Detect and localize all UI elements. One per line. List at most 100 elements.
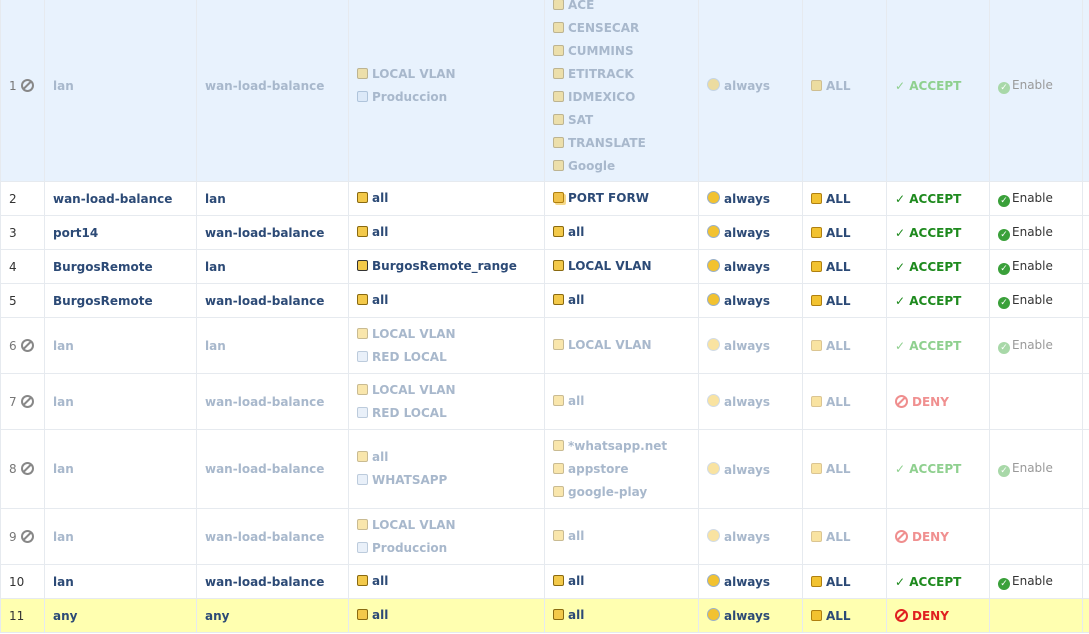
destination-address[interactable]: all <box>553 604 698 627</box>
schedule[interactable]: always <box>724 79 770 93</box>
source-address[interactable]: LOCAL VLAN <box>357 379 544 402</box>
schedule[interactable]: always <box>724 530 770 544</box>
destination-address[interactable]: all <box>553 525 698 548</box>
destination-address[interactable]: appstore <box>553 458 698 481</box>
service[interactable]: ALL <box>826 339 851 353</box>
service[interactable]: ALL <box>826 79 851 93</box>
destination-address[interactable]: all <box>553 289 698 312</box>
extra-column <box>1082 373 1089 430</box>
source-address[interactable]: all <box>357 221 544 244</box>
schedule[interactable]: always <box>724 575 770 589</box>
service-icon <box>811 79 822 91</box>
source-address-name: LOCAL VLAN <box>372 326 456 341</box>
source-address[interactable]: LOCAL VLAN <box>357 63 544 86</box>
action-accept: ✓ ACCEPT <box>895 192 961 206</box>
destination-address[interactable]: SAT <box>553 109 698 132</box>
destination-address-name: SAT <box>568 112 594 127</box>
service[interactable]: ALL <box>826 530 851 544</box>
source-address[interactable]: Produccion <box>357 537 544 560</box>
source-address[interactable]: Produccion <box>357 86 544 109</box>
source-address[interactable]: LOCAL VLAN <box>357 514 544 537</box>
source-interface: BurgosRemote <box>44 249 197 284</box>
destination-address[interactable]: ACE <box>553 0 698 17</box>
policy-id-cell: 6 <box>0 317 45 374</box>
destination-address[interactable]: LOCAL VLAN <box>553 334 698 357</box>
policy-row[interactable]: 6 lan lan LOCAL VLAN RED LOCAL LOCAL VLAN alwa… <box>0 317 1089 374</box>
policy-row[interactable]: 7 lan wan-load-balance LOCAL VLAN RED LOCAL a… <box>0 373 1089 430</box>
policy-id: 6 <box>9 338 17 353</box>
schedule[interactable]: always <box>724 339 770 353</box>
destination-address[interactable]: ETITRACK <box>553 63 698 86</box>
service[interactable]: ALL <box>826 609 851 623</box>
destination-address[interactable]: LOCAL VLAN <box>553 255 698 278</box>
source-address[interactable]: all <box>357 570 544 593</box>
schedule[interactable]: always <box>724 226 770 240</box>
policy-row[interactable]: 1 lan wan-load-balance LOCAL VLAN Produccion… <box>0 0 1089 182</box>
service[interactable]: ALL <box>826 395 851 409</box>
destination-interface-text: wan-load-balance <box>205 78 325 93</box>
source-address[interactable]: all <box>357 187 544 210</box>
destination-address[interactable]: PORT FORW <box>553 187 698 210</box>
destination-interface-text: any <box>205 608 230 623</box>
action-text: ACCEPT <box>909 78 962 93</box>
source-address[interactable]: RED LOCAL <box>357 402 544 425</box>
schedule[interactable]: always <box>724 395 770 409</box>
source-address[interactable]: WHATSAPP <box>357 469 544 492</box>
source-address[interactable]: all <box>357 289 544 312</box>
source-address[interactable]: RED LOCAL <box>357 346 544 369</box>
policy-row[interactable]: 10 lan wan-load-balance all all always ALL ✓ AC… <box>0 564 1089 599</box>
source-address[interactable]: all <box>357 604 544 627</box>
destination-interface-text: lan <box>205 338 226 353</box>
service[interactable]: ALL <box>826 575 851 589</box>
service-icon <box>811 192 822 204</box>
policy-row[interactable]: 8 lan wan-load-balance all WHATSAPP *whatsapp… <box>0 429 1089 509</box>
policy-id: 7 <box>9 394 17 409</box>
source-address[interactable]: BurgosRemote_range <box>357 255 544 278</box>
nat-text: Enable <box>1012 461 1053 475</box>
source-address[interactable]: all <box>357 446 544 469</box>
destination-address[interactable]: all <box>553 570 698 593</box>
source-address[interactable]: LOCAL VLAN <box>357 323 544 346</box>
destination-interface: wan-load-balance <box>196 215 349 250</box>
deny-icon <box>895 529 908 543</box>
policy-row[interactable]: 2 wan-load-balance lan all PORT FORW always AL… <box>0 181 1089 216</box>
policy-row[interactable]: 5 BurgosRemote wan-load-balance all all alway… <box>0 283 1089 318</box>
address-icon <box>553 439 564 451</box>
nat-cell: ✓ Enable <box>989 317 1083 374</box>
policy-row[interactable]: 4 BurgosRemote lan BurgosRemote_range LOCAL … <box>0 249 1089 284</box>
policy-row[interactable]: 3 port14 wan-load-balance all all always ALL ✓ … <box>0 215 1089 250</box>
service[interactable]: ALL <box>826 260 851 274</box>
destination-address[interactable]: google-play <box>553 481 698 504</box>
destination-address[interactable]: CENSECAR <box>553 17 698 40</box>
destination-address-cell: LOCAL VLAN <box>544 317 699 374</box>
schedule[interactable]: always <box>724 463 770 477</box>
destination-address[interactable]: Google <box>553 155 698 178</box>
destination-interface-text: lan <box>205 259 226 274</box>
source-interface-text: lan <box>53 394 74 409</box>
service[interactable]: ALL <box>826 226 851 240</box>
destination-address[interactable]: *whatsapp.net <box>553 435 698 458</box>
schedule[interactable]: always <box>724 192 770 206</box>
service[interactable]: ALL <box>826 294 851 308</box>
policy-row[interactable]: 9 lan wan-load-balance LOCAL VLAN Produccion… <box>0 508 1089 565</box>
action-cell: ✓ ACCEPT <box>886 429 990 509</box>
nat-status: ✓ Enable <box>998 574 1053 590</box>
destination-address[interactable]: all <box>553 221 698 244</box>
schedule[interactable]: always <box>724 260 770 274</box>
address-icon <box>553 136 564 148</box>
service[interactable]: ALL <box>826 462 851 476</box>
destination-interface: wan-load-balance <box>196 0 349 182</box>
destination-address[interactable]: TRANSLATE <box>553 132 698 155</box>
source-interface: lan <box>44 429 197 509</box>
destination-address-cell: LOCAL VLAN <box>544 249 699 284</box>
service-cell: ALL <box>802 215 887 250</box>
schedule[interactable]: always <box>724 609 770 623</box>
destination-address[interactable]: IDMEXICO <box>553 86 698 109</box>
service[interactable]: ALL <box>826 192 851 206</box>
action-text: ACCEPT <box>909 574 962 589</box>
policy-row[interactable]: 11 any any all all always ALL DENY <box>0 598 1089 633</box>
policy-id-cell: 7 <box>0 373 45 430</box>
destination-address[interactable]: CUMMINS <box>553 40 698 63</box>
destination-address[interactable]: all <box>553 390 698 413</box>
schedule[interactable]: always <box>724 294 770 308</box>
